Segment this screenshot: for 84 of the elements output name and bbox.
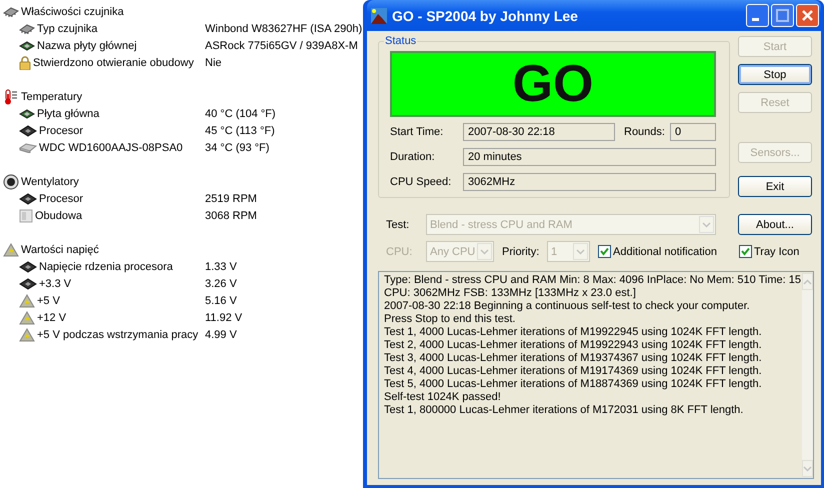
field-label: Priority: [502,246,540,258]
sensor-value: 45 °C (113 °F) [205,124,275,136]
readonly-field: 2007-08-30 22:18 [463,123,615,141]
sensor-value: 40 °C (104 °F) [205,108,276,120]
chip-icon [3,6,19,18]
processor-icon [19,260,37,272]
log-line: Self-test 1024K passed! [384,391,502,404]
sensor-value: Winbond W83627HF (ISA 290h) [205,22,362,34]
processor-icon [19,124,37,136]
warning-triangle-icon [19,294,35,308]
log-line: Test 2, 4000 Lucas-Lehmer iterations of M19922943 using 1024K FFT length. [384,339,763,352]
board-icon [19,40,35,52]
field-label: CPU Speed: [390,176,452,188]
checkbox-label: Tray Icon [754,246,800,258]
sensor-label: Napięcie rdzenia procesora [39,260,173,272]
section-title: Temperatury [21,90,82,102]
sensor-value: 1.33 V [205,260,237,272]
sensor-value: 11.92 V [205,312,242,324]
log-line: Press Stop to end this test. [384,313,516,326]
window-title: GO - SP2004 by Johnny Lee [392,8,579,24]
hard-drive-icon [19,142,37,152]
checkbox[interactable] [598,245,611,258]
sensor-label: Nazwa płyty głównej [37,40,137,52]
processor-icon [19,192,37,204]
sensor-value: ASRock 775i65GV / 939A8X-M [205,40,358,52]
processor-icon [19,278,37,290]
section-title: Właściwości czujnika [21,6,124,18]
minimize-button[interactable] [746,4,769,27]
readonly-field: 20 minutes [463,148,716,166]
sensor-value: 3.26 V [205,278,237,290]
sensor-label: Stwierdzono otwieranie obudowy [33,56,194,68]
sensor-value: Nie [205,56,222,68]
checkbox[interactable] [738,245,752,258]
log-line: Test 3, 4000 Lucas-Lehmer iterations of M19374367 using 1024K FFT length. [384,352,763,365]
chip-icon [19,22,35,34]
sensor-value: 4.99 V [205,328,237,340]
maximize-button[interactable] [771,4,794,27]
button[interactable]: Exit [738,176,812,197]
sensor-label: +5 V podczas wstrzymania pracy [37,328,198,340]
field-label: Start Time: [390,126,444,138]
sensor-label: Procesor [39,192,84,204]
sensor-label: +12 V [37,312,66,324]
sensor-label: Typ czujnika [37,22,98,34]
sensor-label: +3.3 V [39,278,72,290]
warning-triangle-icon [3,242,19,256]
readonly-field: 3062MHz [463,173,716,191]
log-line: Test 5, 4000 Lucas-Lehmer iterations of M18874369 using 1024K FFT length. [384,378,763,391]
fan-icon [3,174,19,190]
sensor-label: WDC WD1600AAJS-08PSA0 [39,142,183,154]
log-line: 2007-08-30 22:18 Beginning a continuous self-test to check your computer. [384,300,751,313]
sensor-value: 5.16 V [205,294,237,306]
checkbox-label: Additional notification [613,246,717,258]
readonly-field: 0 [670,123,716,141]
mountain-icon [371,8,387,24]
log-line: Test 1, 800000 Lucas-Lehmer iterations of M172031 using 8K FFT length. [384,404,744,417]
sensor-value: 34 °C (93 °F) [205,142,270,154]
field-label: Duration: [390,151,436,163]
section-title: Wartości napięć [21,244,99,256]
warning-triangle-icon [19,328,35,342]
sensor-value: 2519 RPM [205,192,257,204]
field-label: Test: [385,218,410,230]
padlock-icon [19,56,31,70]
sensor-value: 3068 RPM [205,210,257,222]
thermometer-icon [3,88,19,104]
log-line: Test 1, 4000 Lucas-Lehmer iterations of M19922945 using 1024K FFT length. [384,326,763,339]
group-label: Status [384,35,418,47]
sensor-label: +5 V [37,294,60,306]
log-line: Type: Blend - stress CPU and RAM Min: 8 Max: 4096 InPlace: No Mem: 510 Time: 15 [384,274,801,287]
field-label: Rounds: [624,126,666,138]
status-indicator: GO [390,51,716,117]
minimize-icon [752,18,759,21]
close-button[interactable] [796,4,819,27]
computer-case-icon [19,208,33,222]
sensor-label: Płyta główna [37,108,100,120]
warning-triangle-icon [19,310,35,324]
section-title: Wentylatory [21,176,79,188]
board-icon [19,108,35,120]
button[interactable]: About... [738,214,812,235]
field-label: CPU: [385,246,414,258]
log-line: CPU: 3062MHz FSB: 133MHz [133MHz x 23.0 est.] [384,287,637,300]
log-line: Test 4, 4000 Lucas-Lehmer iterations of M19174369 using 1024K FFT length. [384,365,763,378]
sensor-label: Obudowa [35,210,82,222]
sensor-label: Procesor [39,124,84,136]
button[interactable]: Stop [738,64,812,85]
